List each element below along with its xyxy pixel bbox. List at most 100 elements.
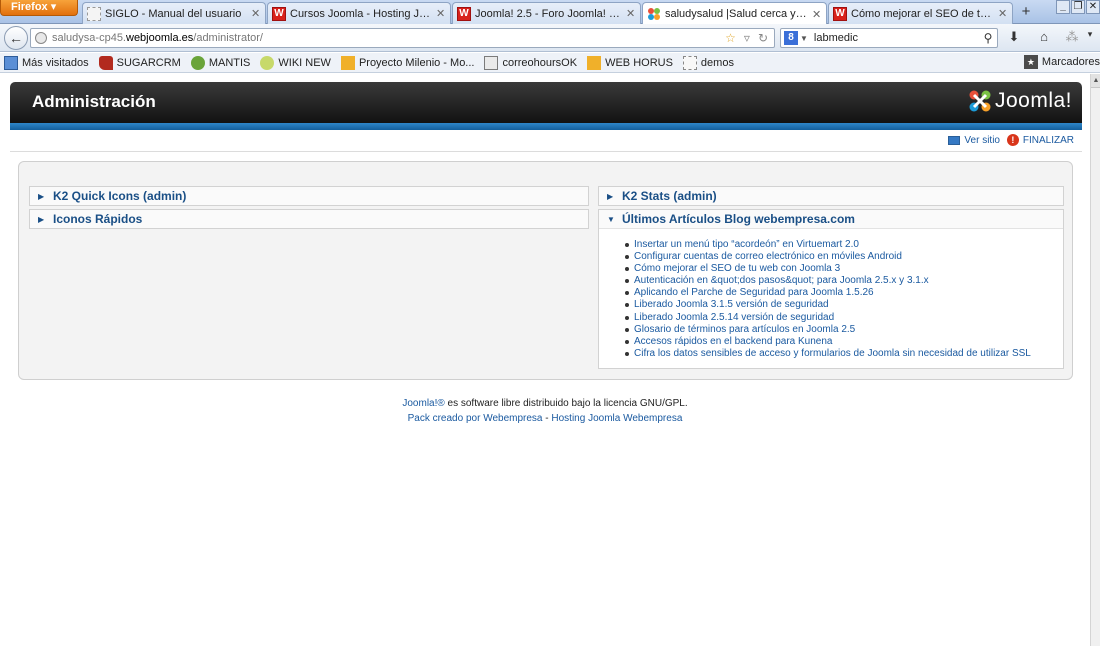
- article-link[interactable]: Glosario de términos para artículos en J…: [625, 324, 1063, 336]
- article-link[interactable]: Accesos rápidos en el backend para Kunen…: [625, 336, 1063, 348]
- article-link[interactable]: Autenticación en &quot;dos pasos&quot; p…: [625, 275, 1063, 287]
- bookmark-mas-visitados[interactable]: Más visitados: [4, 55, 89, 70]
- tab-title: Joomla! 2.5 - Foro Joomla! - Hosti...: [475, 7, 622, 20]
- most-visited-icon: [4, 55, 18, 70]
- blank-page-icon: [682, 55, 697, 70]
- panel-k2-quick-icons: ▶ K2 Quick Icons (admin): [29, 186, 589, 206]
- home-icon[interactable]: ⌂: [1033, 29, 1055, 47]
- panel-title: K2 Quick Icons (admin): [53, 189, 187, 203]
- tab-siglo-manual[interactable]: SIGLO - Manual del usuario ✕: [82, 2, 266, 24]
- article-link[interactable]: Liberado Joomla 3.1.5 versión de segurid…: [625, 299, 1063, 311]
- hosting-joomla-link[interactable]: Hosting Joomla Webempresa: [551, 413, 682, 424]
- footer-license-line: Joomla!® es software libre distribuido b…: [0, 396, 1090, 411]
- panel-toggle-iconos-rapidos[interactable]: ▶ Iconos Rápidos: [30, 210, 588, 228]
- bookmarks-star-icon: ★: [1023, 55, 1038, 69]
- tab-title: Cursos Joomla - Hosting Joomla R...: [290, 7, 432, 20]
- panel-toggle-k2-quick-icons[interactable]: ▶ K2 Quick Icons (admin): [30, 187, 588, 205]
- joomla-logo-icon: [969, 90, 991, 112]
- bookmark-web-horus[interactable]: WEB HORUS: [587, 55, 673, 70]
- bookmark-correohours[interactable]: correohoursOK: [484, 55, 578, 70]
- logout-button[interactable]: ! FINALIZAR: [1006, 134, 1074, 146]
- left-column: ▶ K2 Quick Icons (admin) ▶ Iconos Rápido…: [29, 186, 589, 232]
- bookmark-wiki-new[interactable]: WIKI NEW: [260, 55, 331, 70]
- bookmark-label: correohoursOK: [502, 56, 578, 69]
- blog-articles-list: Insertar un menú tipo “acordeón” en Virt…: [625, 239, 1063, 360]
- article-link[interactable]: Configurar cuentas de correo electrónico…: [625, 251, 1063, 263]
- joomla-logo: Joomla!: [968, 89, 1072, 113]
- panel-toggle-blog-articles[interactable]: ▼ Últimos Artículos Blog webempresa.com: [599, 210, 1063, 228]
- caret-right-icon: ▶: [607, 191, 614, 201]
- addon-icon[interactable]: ⁂: [1061, 29, 1083, 47]
- bookmark-label: WEB HORUS: [605, 56, 673, 69]
- bookmark-mantis[interactable]: MANTIS: [190, 55, 250, 70]
- close-tab-icon[interactable]: ✕: [626, 7, 636, 20]
- logout-icon: !: [1006, 134, 1019, 146]
- firefox-menu-label: Firefox: [11, 1, 48, 13]
- search-bar[interactable]: 8 ▼ labmedic ⚲: [780, 28, 998, 48]
- new-tab-button[interactable]: +: [1015, 3, 1037, 23]
- header-accent-strip: [10, 123, 1082, 130]
- chevron-down-icon[interactable]: ▾: [1083, 29, 1097, 47]
- view-site-link[interactable]: Ver sitio: [948, 135, 1000, 146]
- bookmark-sugarcrm[interactable]: SUGARCRM: [98, 55, 181, 70]
- bookmark-proyecto-milenio[interactable]: Proyecto Milenio - Mo...: [340, 55, 475, 70]
- tab-seo-joomla[interactable]: W Cómo mejorar el SEO de tu web c... ✕: [828, 2, 1013, 24]
- search-input[interactable]: labmedic: [814, 32, 979, 44]
- url-prefix: saludysa-cp45.: [52, 32, 126, 44]
- close-tab-icon[interactable]: ✕: [436, 7, 446, 20]
- article-link[interactable]: Cómo mejorar el SEO de tu web con Joomla…: [625, 263, 1063, 275]
- chevron-down-icon[interactable]: ▼: [800, 34, 808, 43]
- horus-icon: [587, 55, 602, 70]
- panel-title: Iconos Rápidos: [53, 212, 143, 226]
- close-tab-icon[interactable]: ✕: [812, 8, 822, 21]
- wiki-icon: [260, 55, 275, 70]
- panel-toggle-k2-stats[interactable]: ▶ K2 Stats (admin): [599, 187, 1063, 205]
- close-tab-icon[interactable]: ✕: [251, 7, 261, 20]
- tab-saludysalud[interactable]: saludysalud |Salud cerca y para to... ✕: [642, 2, 827, 25]
- blog-articles-list-container: Insertar un menú tipo “acordeón” en Virt…: [599, 228, 1063, 368]
- close-tab-icon[interactable]: ✕: [998, 7, 1008, 20]
- mantis-icon: [190, 55, 205, 70]
- window-controls: _ ❐ ✕: [1055, 0, 1100, 14]
- bookmark-demos[interactable]: demos: [682, 55, 734, 70]
- back-arrow-icon[interactable]: ←: [4, 26, 28, 50]
- search-engine-icon[interactable]: 8: [784, 31, 798, 45]
- firefox-menu-button[interactable]: Firefox ▾: [0, 0, 78, 16]
- restore-icon[interactable]: ❐: [1071, 0, 1085, 14]
- panel-title: Últimos Artículos Blog webempresa.com: [622, 212, 855, 226]
- caret-right-icon: ▶: [38, 191, 45, 201]
- logout-label: FINALIZAR: [1022, 134, 1074, 146]
- search-icon[interactable]: ⚲: [979, 31, 997, 45]
- dropdown-arrow-icon[interactable]: ▿: [744, 31, 750, 45]
- footer: Joomla!® es software libre distribuido b…: [0, 396, 1090, 426]
- bookmark-label: Proyecto Milenio - Mo...: [358, 56, 475, 69]
- page-title: Administración: [32, 92, 156, 111]
- blank-page-icon: [87, 6, 101, 21]
- footer-credits-line: Pack creado por Webempresa - Hosting Joo…: [0, 411, 1090, 426]
- article-link[interactable]: Liberado Joomla 2.5.14 versión de seguri…: [625, 312, 1063, 324]
- page-content: Administración Joomla! Ver sitio ! FINAL…: [0, 74, 1090, 646]
- admin-status-bar: Ver sitio ! FINALIZAR: [10, 130, 1082, 152]
- tab-cursos-joomla[interactable]: W Cursos Joomla - Hosting Joomla R... ✕: [267, 2, 451, 24]
- url-bar[interactable]: saludysa-cp45.webjoomla.es/administrator…: [30, 28, 775, 48]
- globe-icon: [35, 32, 47, 44]
- close-window-icon[interactable]: ✕: [1086, 0, 1100, 14]
- bookmarks-menu[interactable]: ★ Marcadores: [1023, 55, 1100, 69]
- tab-foro-joomla[interactable]: W Joomla! 2.5 - Foro Joomla! - Hosti... …: [452, 2, 641, 24]
- joomla-link[interactable]: Joomla!®: [402, 398, 444, 409]
- article-link[interactable]: Insertar un menú tipo “acordeón” en Virt…: [625, 239, 1063, 251]
- minimize-icon[interactable]: _: [1056, 0, 1070, 14]
- bookmark-label: Más visitados: [22, 56, 89, 69]
- mail-icon: [484, 55, 499, 70]
- download-icon[interactable]: ⬇: [1003, 29, 1025, 47]
- vertical-scrollbar[interactable]: ▲: [1090, 74, 1100, 646]
- article-link[interactable]: Aplicando el Parche de Seguridad para Jo…: [625, 287, 1063, 299]
- panel-title: K2 Stats (admin): [622, 189, 717, 203]
- webempresa-link[interactable]: Webempresa: [483, 413, 542, 424]
- bookmark-label: SUGARCRM: [116, 56, 181, 69]
- article-link[interactable]: Cifra los datos sensibles de acceso y fo…: [625, 348, 1063, 360]
- reload-icon[interactable]: ↻: [758, 31, 768, 45]
- scroll-up-arrow-icon[interactable]: ▲: [1091, 74, 1100, 88]
- url-text[interactable]: saludysa-cp45.webjoomla.es/administrator…: [52, 32, 725, 44]
- bookmark-star-icon[interactable]: ☆: [725, 31, 736, 45]
